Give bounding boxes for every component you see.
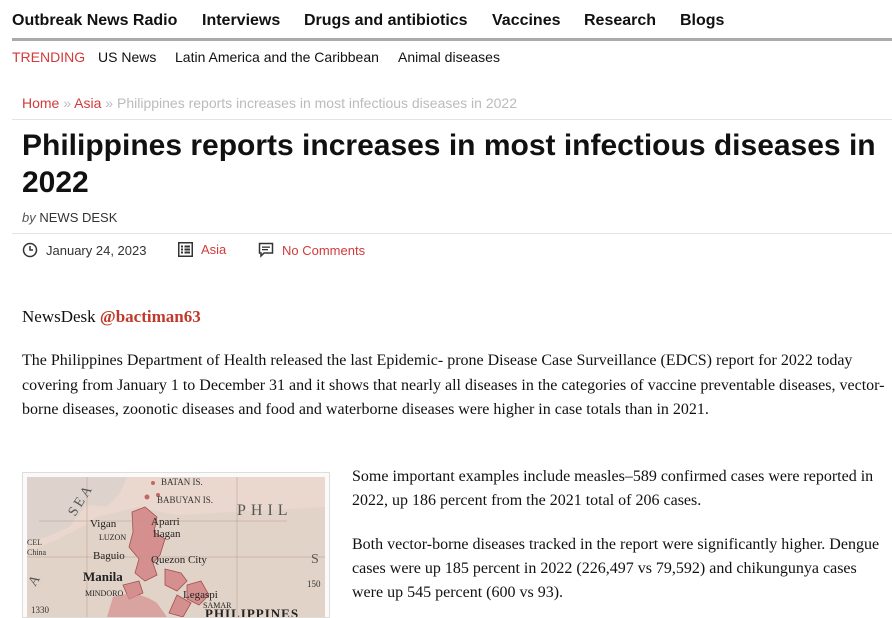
svg-text:BABUYAN IS.: BABUYAN IS. bbox=[157, 495, 213, 505]
post-date-text: January 24, 2023 bbox=[46, 242, 147, 258]
article-paragraph: Some important examples include measles–… bbox=[352, 468, 874, 509]
breadcrumb-current: Philippines reports increases in most in… bbox=[116, 95, 517, 111]
svg-text:1330: 1330 bbox=[31, 605, 50, 615]
svg-text:Ilagan: Ilagan bbox=[153, 528, 181, 540]
nav-outbreak-news-radio[interactable]: Outbreak News Radio bbox=[12, 12, 177, 30]
trending-link-latin-america[interactable]: Latin America and the Caribbean bbox=[175, 49, 379, 65]
svg-text:Legaspi: Legaspi bbox=[183, 589, 218, 601]
breadcrumb-separator: » bbox=[63, 95, 72, 111]
byline-prefix: by bbox=[22, 210, 36, 225]
article-title: Philippines reports increases in most in… bbox=[22, 129, 876, 199]
svg-text:Quezon City: Quezon City bbox=[151, 554, 207, 566]
trending-label: TRENDING bbox=[12, 49, 86, 65]
source-credit-prefix: NewsDesk bbox=[22, 307, 96, 326]
svg-text:CEL: CEL bbox=[27, 538, 42, 547]
source-credit: NewsDesk @bactiman63 bbox=[22, 307, 201, 327]
nav-interviews[interactable]: Interviews bbox=[202, 12, 280, 30]
svg-text:S: S bbox=[311, 552, 319, 567]
article-paragraph: The Philippines Department of Health rel… bbox=[22, 352, 885, 418]
comment-icon bbox=[258, 242, 274, 258]
breadcrumb-category[interactable]: Asia bbox=[74, 95, 101, 111]
breadcrumb: Home » Asia » Philippines reports increa… bbox=[22, 95, 517, 111]
svg-text:Baguio: Baguio bbox=[93, 550, 125, 562]
nav-divider bbox=[12, 38, 892, 41]
main-nav: Outbreak News Radio Interviews Drugs and… bbox=[0, 0, 892, 40]
list-icon bbox=[178, 242, 193, 257]
trending-link-us-news[interactable]: US News bbox=[98, 49, 156, 65]
byline-divider bbox=[12, 233, 892, 234]
author-name[interactable]: NEWS DESK bbox=[39, 210, 117, 225]
svg-text:Manila: Manila bbox=[83, 569, 123, 584]
post-date: January 24, 2023 bbox=[22, 242, 146, 258]
nav-vaccines[interactable]: Vaccines bbox=[492, 12, 561, 30]
nav-drugs-and-antibiotics[interactable]: Drugs and antibiotics bbox=[304, 12, 468, 30]
nav-blogs[interactable]: Blogs bbox=[680, 12, 724, 30]
post-comments: No Comments bbox=[258, 242, 365, 258]
comments-link[interactable]: No Comments bbox=[282, 243, 365, 258]
breadcrumb-separator: » bbox=[105, 95, 114, 111]
post-category-link[interactable]: Asia bbox=[201, 242, 226, 257]
svg-text:PHILIPPINES: PHILIPPINES bbox=[205, 606, 299, 617]
svg-text:MINDORO: MINDORO bbox=[85, 589, 123, 598]
svg-text:PHIL: PHIL bbox=[237, 502, 293, 519]
byline: by NEWS DESK bbox=[22, 210, 117, 225]
svg-text:China: China bbox=[27, 548, 47, 557]
breadcrumb-divider bbox=[12, 119, 892, 120]
clock-icon bbox=[22, 242, 38, 258]
svg-text:LUZON: LUZON bbox=[99, 533, 126, 542]
philippines-map-image: BATAN IS. BABUYAN IS. PHIL SEA Vigan Apa… bbox=[22, 472, 330, 618]
twitter-handle-link[interactable]: @bactiman63 bbox=[100, 307, 201, 326]
post-category: Asia bbox=[178, 242, 226, 257]
svg-text:Aparri: Aparri bbox=[151, 516, 180, 528]
article-paragraph: Both vector-borne diseases tracked in th… bbox=[352, 536, 880, 601]
breadcrumb-home[interactable]: Home bbox=[22, 95, 59, 111]
svg-text:Vigan: Vigan bbox=[90, 518, 117, 530]
trending-link-animal-diseases[interactable]: Animal diseases bbox=[398, 49, 500, 65]
nav-research[interactable]: Research bbox=[584, 12, 656, 30]
map-graphic: BATAN IS. BABUYAN IS. PHIL SEA Vigan Apa… bbox=[27, 477, 325, 617]
svg-text:150: 150 bbox=[307, 579, 321, 589]
svg-text:BATAN IS.: BATAN IS. bbox=[161, 477, 203, 487]
